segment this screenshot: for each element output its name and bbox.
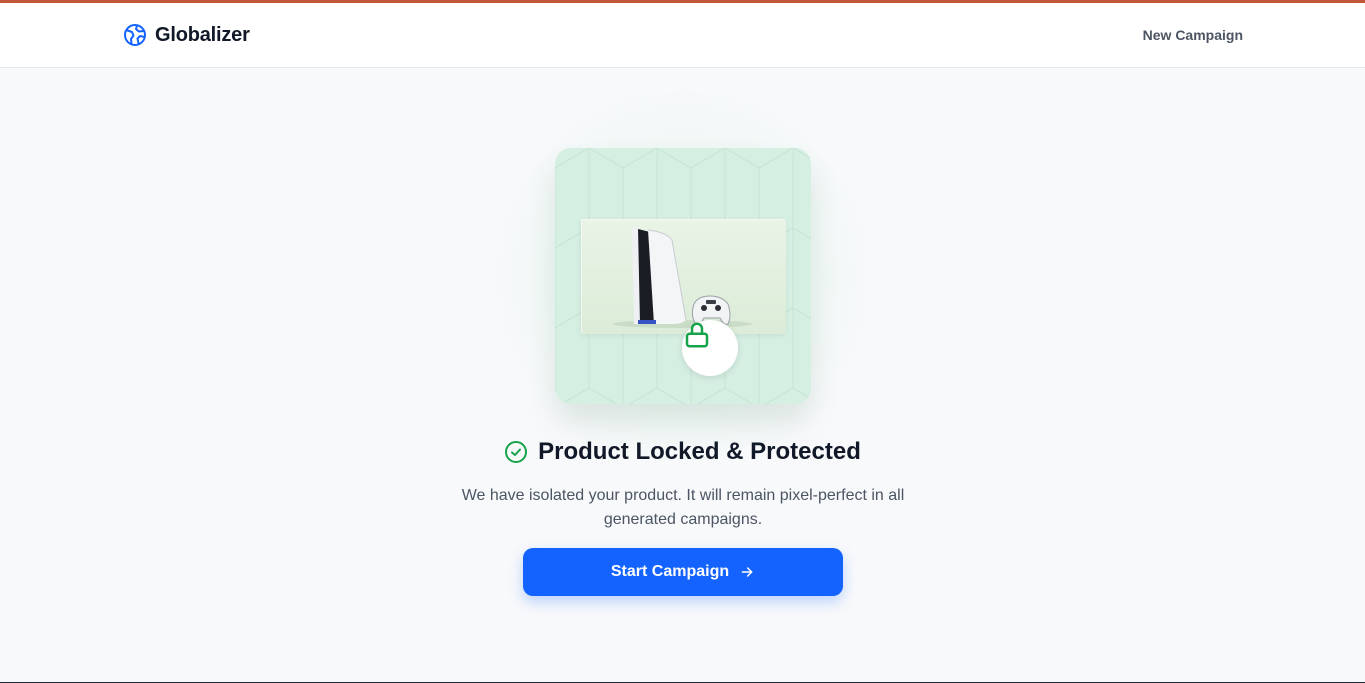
lock-icon — [685, 322, 709, 348]
arrow-right-icon — [741, 567, 753, 577]
status-description: We have isolated your product. It will r… — [461, 487, 905, 528]
product-preview — [485, 78, 881, 474]
console-illustration — [582, 220, 786, 334]
product-image — [581, 219, 786, 376]
start-campaign-button[interactable]: Start Campaign — [523, 548, 843, 596]
page-title: Product Locked & Protected — [538, 438, 861, 465]
new-campaign-link[interactable]: New Campaign — [1143, 27, 1243, 43]
brand-name: Globalizer — [155, 23, 250, 46]
status-heading: Product Locked & Protected — [0, 436, 1365, 468]
lock-badge — [682, 320, 738, 376]
globe-icon — [124, 24, 146, 46]
start-campaign-label: Start Campaign — [610, 563, 730, 580]
brand[interactable]: Globalizer — [123, 23, 250, 47]
top-navbar: Globalizer New Campaign — [0, 3, 1365, 68]
check-circle-icon — [505, 441, 528, 463]
product-card — [555, 148, 811, 404]
